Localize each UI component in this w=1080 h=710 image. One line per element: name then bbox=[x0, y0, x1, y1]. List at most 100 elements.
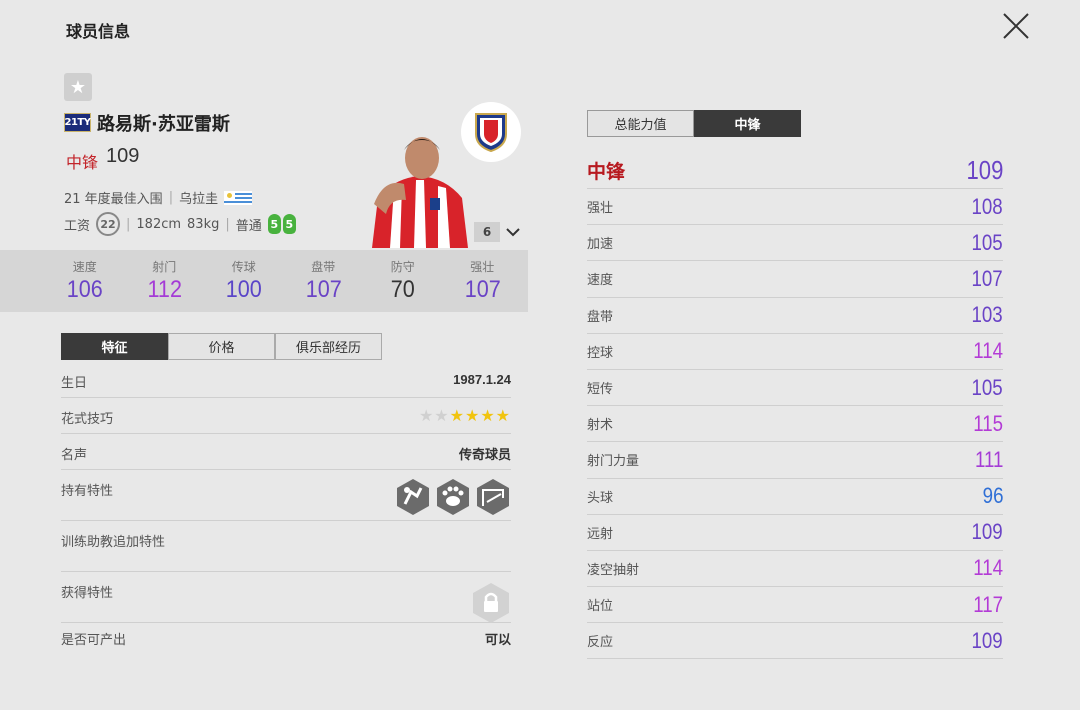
attribute-name: 盘带 bbox=[587, 309, 614, 325]
attribute-name: 加速 bbox=[587, 237, 614, 253]
star-icon: ★ bbox=[69, 76, 87, 98]
club-crest-icon bbox=[475, 113, 507, 152]
position-label: 中锋 bbox=[66, 153, 99, 172]
attribute-name: 凌空抽射 bbox=[587, 562, 640, 578]
attribute-name: 速度 bbox=[587, 273, 614, 289]
enhance-level-badge[interactable]: 6 bbox=[474, 222, 500, 242]
tab-position-st[interactable]: 中锋 bbox=[694, 110, 801, 137]
left-foot-icon: 5 bbox=[267, 214, 281, 234]
attribute-value: 109 bbox=[971, 519, 1003, 545]
star-icon: ★ bbox=[449, 406, 465, 425]
position-tabs: 总能力值 中锋 bbox=[587, 110, 801, 137]
table-row: 是否可产出 可以 bbox=[61, 623, 511, 659]
table-row: 名声 传奇球员 bbox=[61, 434, 511, 470]
table-row: 射术 115 bbox=[587, 406, 1003, 443]
stat-pace: 速度 106 bbox=[66, 260, 103, 303]
tab-price[interactable]: 价格 bbox=[168, 333, 275, 360]
table-row: 射门力量 111 bbox=[587, 442, 1003, 479]
player-name: 路易斯·苏亚雷斯 bbox=[97, 114, 230, 135]
star-icon: ★ bbox=[418, 406, 435, 425]
attribute-name: 射门力量 bbox=[587, 454, 640, 470]
position-attribute-list: 中锋 109 强壮 108 加速 105 速度 107 盘带 103 控球 114 短传 105 射术 1… bbox=[587, 153, 1003, 660]
trait-finesse-shot-icon[interactable] bbox=[395, 478, 431, 516]
stat-shooting: 射门 112 bbox=[147, 260, 182, 303]
table-row: 反应 109 bbox=[587, 623, 1003, 660]
close-button[interactable] bbox=[998, 8, 1034, 44]
attribute-name: 反应 bbox=[587, 635, 614, 651]
uruguay-flag-icon bbox=[224, 190, 253, 205]
skill-stars: ★★★★★★ bbox=[419, 406, 511, 425]
attribute-value: 117 bbox=[973, 591, 1003, 617]
table-row: 凌空抽射 114 bbox=[587, 551, 1003, 588]
close-icon bbox=[1003, 13, 1029, 39]
table-row: 强壮 108 bbox=[587, 189, 1003, 226]
attribute-name: 控球 bbox=[587, 345, 614, 361]
position-value: 109 bbox=[966, 155, 1003, 185]
nation: 乌拉圭 bbox=[179, 192, 219, 207]
traits-label: 持有特性 bbox=[61, 484, 114, 499]
star-icon: ★ bbox=[464, 406, 481, 425]
height: 182cm bbox=[136, 216, 182, 232]
favorite-button[interactable]: ★ bbox=[64, 73, 92, 101]
stat-dribbling: 盘带 107 bbox=[305, 260, 342, 303]
stat-passing: 传球 100 bbox=[225, 260, 262, 303]
info-table: 生日 1987.1.24 花式技巧 ★★★★★★ 名声 传奇球员 持有特性 训练… bbox=[61, 362, 511, 659]
table-row: 持有特性 bbox=[61, 470, 511, 521]
fame-label: 名声 bbox=[61, 448, 88, 463]
star-icon: ★ bbox=[480, 406, 496, 425]
player-meta: 21 年度最佳入围 | 乌拉圭 bbox=[64, 188, 253, 207]
tab-traits[interactable]: 特征 bbox=[61, 333, 168, 360]
body-type: 普通 bbox=[235, 218, 262, 234]
main-stats: 速度 106 射门 112 传球 100 盘带 107 防守 70 强壮 107 bbox=[0, 250, 528, 312]
attribute-name: 头球 bbox=[587, 490, 614, 506]
trait-goal-icon[interactable] bbox=[475, 478, 511, 516]
salary-badge: 22 bbox=[96, 212, 121, 236]
skill-moves-label: 花式技巧 bbox=[61, 412, 114, 427]
foot-rating: 5 5 bbox=[267, 214, 296, 234]
attribute-value: 108 bbox=[971, 193, 1003, 219]
attribute-value: 107 bbox=[971, 265, 1003, 291]
attribute-value: 115 bbox=[973, 410, 1003, 436]
table-row: 控球 114 bbox=[587, 334, 1003, 370]
attribute-name: 站位 bbox=[587, 599, 614, 615]
attribute-name: 远射 bbox=[587, 526, 614, 542]
attribute-value: 105 bbox=[971, 229, 1003, 255]
table-row: 盘带 103 bbox=[587, 298, 1003, 334]
lock-icon bbox=[473, 583, 509, 623]
star-icon: ★ bbox=[495, 406, 511, 425]
attribute-value: 103 bbox=[971, 302, 1003, 328]
player-photo bbox=[372, 137, 468, 248]
weight: 83kg bbox=[187, 216, 220, 232]
salary-label: 工资 bbox=[64, 218, 91, 234]
table-row: 生日 1987.1.24 bbox=[61, 362, 511, 398]
table-row: 训练助教追加特性 bbox=[61, 521, 511, 572]
page-title: 球员信息 bbox=[66, 22, 131, 41]
table-row: 站位 117 bbox=[587, 587, 1003, 624]
birthday-label: 生日 bbox=[61, 376, 88, 391]
attribute-value: 114 bbox=[973, 338, 1003, 364]
player-physical: 工资 22 | 182cm 83kg | 普通 5 5 bbox=[64, 212, 296, 236]
table-row: 花式技巧 ★★★★★★ bbox=[61, 398, 511, 434]
table-row: 加速 105 bbox=[587, 225, 1003, 262]
table-row: 获得特性 bbox=[61, 572, 511, 623]
trait-power-icon[interactable] bbox=[435, 478, 471, 516]
tab-overall[interactable]: 总能力值 bbox=[587, 110, 694, 137]
tab-club-history[interactable]: 俱乐部经历 bbox=[275, 333, 382, 360]
stat-defending: 防守 70 bbox=[390, 260, 415, 303]
attribute-name: 强壮 bbox=[587, 201, 614, 217]
attribute-value: 109 bbox=[971, 627, 1003, 653]
attribute-name: 射术 bbox=[587, 418, 614, 434]
acquire-traits-label: 获得特性 bbox=[61, 586, 114, 601]
season-desc: 21 年度最佳入围 bbox=[64, 192, 163, 207]
stat-physical: 强壮 107 bbox=[464, 260, 501, 303]
attribute-value: 96 bbox=[982, 483, 1003, 509]
fame-value: 传奇球员 bbox=[458, 447, 511, 462]
chevron-down-icon[interactable] bbox=[505, 224, 521, 240]
table-row: 短传 105 bbox=[587, 370, 1003, 407]
right-foot-icon: 5 bbox=[282, 214, 296, 234]
table-row: 远射 109 bbox=[587, 515, 1003, 551]
position-summary-row: 中锋 109 bbox=[587, 153, 1003, 189]
club-badge bbox=[461, 102, 521, 162]
position-title: 中锋 bbox=[587, 161, 626, 183]
season-badge: 21TY bbox=[64, 113, 91, 132]
